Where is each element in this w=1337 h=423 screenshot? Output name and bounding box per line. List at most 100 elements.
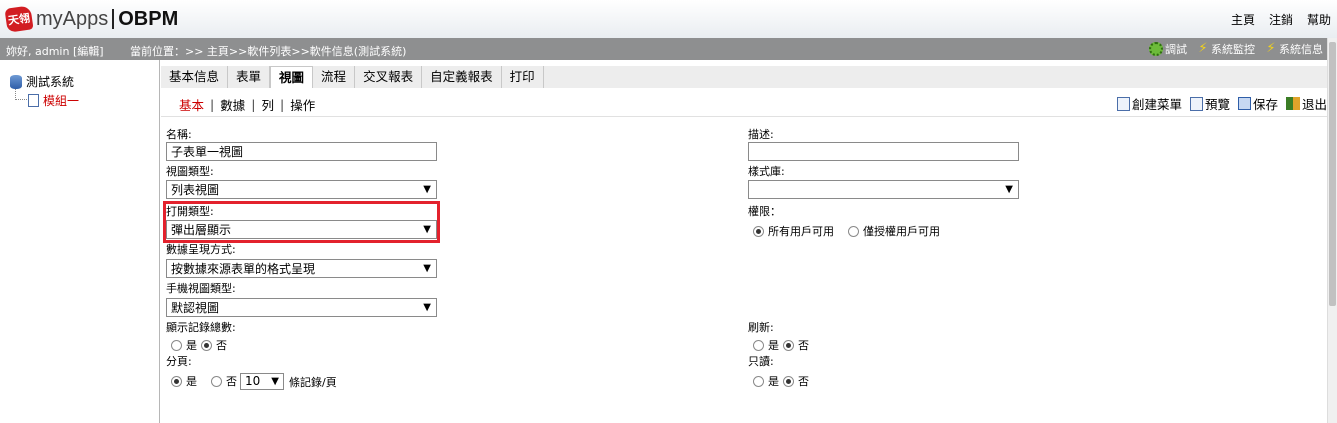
refresh-yes-label: 是	[768, 339, 779, 352]
vertical-scrollbar[interactable]	[1327, 38, 1337, 423]
exit-button[interactable]: 退出	[1285, 94, 1327, 113]
debug-label: 調試	[1165, 43, 1187, 56]
save-button[interactable]: 保存	[1237, 94, 1278, 113]
subnav-data[interactable]: 數據	[220, 95, 245, 114]
top-header: 天翎 myApps OBPM 主頁 注銷 幫助	[0, 0, 1337, 38]
data-mode-select[interactable]: 按數據來源表單的格式呈現 ▼	[166, 259, 437, 278]
show-total-yes-label: 是	[186, 339, 197, 352]
home-link[interactable]: 主頁	[1231, 11, 1255, 28]
readonly-yes-radio[interactable]	[753, 375, 764, 387]
highlight-box	[163, 201, 440, 243]
paging-no-label: 否	[226, 375, 237, 388]
gear-icon	[1149, 42, 1163, 56]
tree-item-module[interactable]: 模組一	[28, 92, 79, 109]
permission-radios: 所有用戶可用 僅授權用戶可用	[753, 223, 940, 239]
paging-yes-label: 是	[186, 375, 197, 388]
create-menu-button[interactable]: 創建菜單	[1116, 94, 1182, 113]
scrollbar-thumb[interactable]	[1329, 42, 1336, 306]
main-panel: 基本信息 表單 視圖 流程 交叉報表 自定義報表 打印 基本 | 數據 | 列 …	[161, 60, 1327, 423]
refresh-radios: 是 否	[753, 337, 809, 353]
dropdown-arrow-icon: ▼	[423, 263, 431, 274]
description-label: 描述:	[748, 128, 774, 141]
system-info-label: 系統信息	[1279, 43, 1323, 56]
divider	[161, 116, 1327, 117]
mobile-view-value: 默認視圖	[171, 301, 220, 315]
navigation-tree: 測試系統 模組一	[0, 60, 160, 423]
dropdown-arrow-icon: ▼	[423, 302, 431, 313]
tab-crosstab[interactable]: 交叉報表	[355, 66, 423, 88]
readonly-no-radio[interactable]	[783, 375, 794, 387]
tree-item-label: 模組一	[43, 94, 80, 108]
mobile-view-select[interactable]: 默認視圖 ▼	[166, 298, 437, 317]
mobile-view-label: 手機視圖類型:	[166, 282, 236, 295]
tab-form[interactable]: 表單	[228, 66, 271, 88]
action-toolbar: 創建菜單 預覽 保存 退出	[1116, 94, 1327, 113]
system-monitor-label: 系統監控	[1211, 43, 1255, 56]
name-field[interactable]: 子表單一視圖	[166, 142, 437, 161]
sub-navigation: 基本 | 數據 | 列 | 操作	[179, 95, 315, 114]
description-field[interactable]	[748, 142, 1019, 161]
logo-separator	[112, 9, 115, 29]
subnav-operations[interactable]: 操作	[290, 95, 315, 114]
show-total-no-radio[interactable]	[201, 339, 212, 351]
exit-icon	[1285, 97, 1300, 110]
permission-all-label: 所有用戶可用	[768, 225, 834, 238]
logout-link[interactable]: 注銷	[1269, 11, 1293, 28]
permission-authorized-radio[interactable]	[848, 225, 859, 237]
preview-icon	[1189, 96, 1203, 111]
new-page-icon	[1116, 96, 1130, 111]
lightning-icon: ⚡	[1266, 41, 1276, 56]
view-type-value: 列表視圖	[171, 183, 220, 197]
system-monitor-button[interactable]: ⚡ 系統監控	[1197, 41, 1255, 57]
readonly-radios: 是 否	[753, 373, 809, 389]
show-total-radios: 是 否	[171, 337, 227, 353]
refresh-yes-radio[interactable]	[753, 339, 764, 351]
dropdown-arrow-icon: ▼	[423, 184, 431, 195]
readonly-label: 只讀:	[748, 355, 774, 368]
preview-label: 預覽	[1204, 97, 1230, 112]
paging-no-radio[interactable]	[211, 375, 222, 387]
database-icon	[10, 74, 22, 89]
show-total-yes-radio[interactable]	[171, 339, 182, 351]
logo-subtitle: OBPM	[118, 7, 179, 30]
refresh-no-radio[interactable]	[783, 339, 794, 351]
dropdown-arrow-icon: ▼	[1005, 184, 1013, 195]
tree-item-system[interactable]: 測試系統	[10, 73, 74, 90]
view-type-select[interactable]: 列表視圖 ▼	[166, 180, 437, 199]
app-logo: 天翎 myApps OBPM	[4, 5, 179, 33]
page-size-value: 10	[245, 374, 261, 388]
tabs: 基本信息 表單 視圖 流程 交叉報表 自定義報表 打印	[161, 66, 544, 88]
show-total-no-label: 否	[216, 339, 227, 352]
breadcrumb: 當前位置：>> 主頁>>軟件列表>>軟件信息(測試系統)	[130, 45, 407, 58]
paging-yes-radio[interactable]	[171, 375, 182, 387]
create-menu-label: 創建菜單	[1131, 97, 1182, 112]
show-total-label: 顯示記錄總數:	[166, 321, 236, 334]
subnav-columns[interactable]: 列	[261, 95, 274, 114]
help-link[interactable]: 幫助	[1307, 11, 1331, 28]
page-icon	[28, 94, 39, 107]
page-size-select[interactable]: 10 ▼	[240, 373, 284, 390]
data-mode-label: 數據呈現方式:	[166, 243, 236, 256]
refresh-no-label: 否	[798, 339, 809, 352]
tab-custom-report[interactable]: 自定義報表	[422, 66, 502, 88]
tab-basic-info[interactable]: 基本信息	[161, 66, 229, 88]
info-tools: 調試 ⚡ 系統監控 ⚡ 系統信息	[1149, 41, 1323, 57]
readonly-yes-label: 是	[768, 375, 779, 388]
save-icon	[1237, 97, 1251, 110]
tab-flow[interactable]: 流程	[313, 66, 356, 88]
refresh-label: 刷新:	[748, 321, 774, 334]
style-library-select[interactable]: ▼	[748, 180, 1019, 199]
debug-button[interactable]: 調試	[1149, 41, 1187, 57]
top-links: 主頁 注銷 幫助	[1231, 11, 1331, 28]
separator: |	[210, 97, 215, 112]
tab-print[interactable]: 打印	[502, 66, 544, 88]
permission-all-radio[interactable]	[753, 225, 764, 237]
tab-view[interactable]: 視圖	[270, 66, 314, 88]
subnav-basic[interactable]: 基本	[179, 95, 204, 114]
system-info-button[interactable]: ⚡ 系統信息	[1265, 41, 1323, 57]
style-library-label: 樣式庫:	[748, 165, 785, 178]
greeting-text[interactable]: 妳好, admin [編輯]	[6, 43, 104, 59]
preview-button[interactable]: 預覽	[1189, 94, 1230, 113]
view-type-label: 視圖類型:	[166, 165, 214, 178]
data-mode-value: 按數據來源表單的格式呈現	[171, 262, 316, 276]
